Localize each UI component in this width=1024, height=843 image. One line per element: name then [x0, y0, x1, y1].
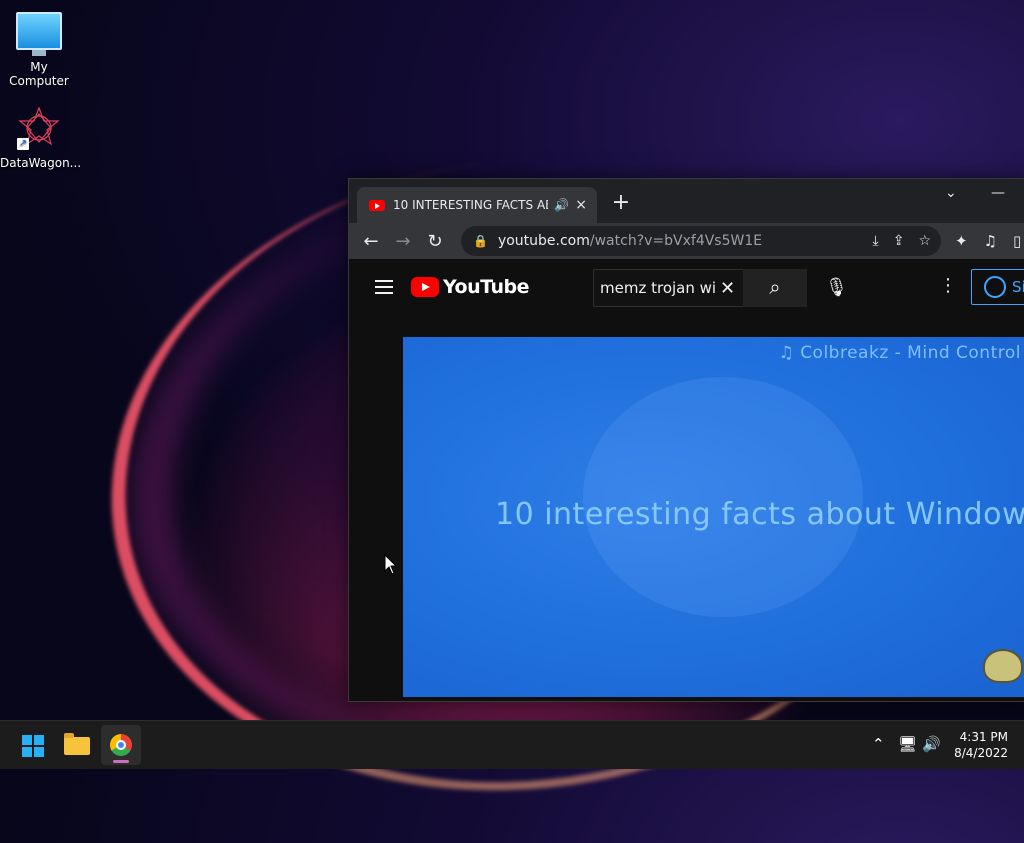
- video-player[interactable]: ♫ Colbreakz - Mind Control 10 interestin…: [403, 337, 1024, 697]
- shortcut-arrow-icon: ↗: [17, 138, 29, 150]
- youtube-header: YouTube memz trojan wir ✕ ⌕ 🎙 ⋮ Si: [349, 259, 1024, 315]
- video-music-credit: ♫ Colbreakz - Mind Control: [778, 343, 1021, 363]
- browser-window: 10 INTERESTING FACTS ABOUT 🔊 × + ⌄ — ← →…: [348, 178, 1024, 702]
- more-options-icon[interactable]: ⋮: [939, 275, 957, 296]
- share-icon[interactable]: ⇪: [893, 233, 905, 249]
- hamburger-menu-icon[interactable]: [375, 276, 393, 298]
- youtube-favicon-icon: [369, 199, 385, 211]
- clock-date: 8/4/2022: [954, 746, 1008, 760]
- video-caption: 10 interesting facts about Windows: [495, 497, 1024, 532]
- search-input[interactable]: memz trojan wir ✕: [593, 269, 745, 307]
- clear-search-icon[interactable]: ✕: [720, 278, 735, 299]
- search-value: memz trojan wir: [600, 279, 716, 297]
- new-tab-button[interactable]: +: [607, 189, 635, 217]
- system-clock[interactable]: 4:31 PM 8/4/2022: [954, 729, 1008, 761]
- clock-time: 4:31 PM: [959, 730, 1008, 744]
- side-panel-icon[interactable]: ▯: [1013, 232, 1021, 250]
- tab-strip: 10 INTERESTING FACTS ABOUT 🔊 × + ⌄ —: [349, 179, 1024, 223]
- speaker-icon[interactable]: 🔊: [554, 198, 569, 212]
- reload-icon[interactable]: ↻: [419, 231, 451, 252]
- tab-search-icon[interactable]: ⌄: [945, 185, 957, 201]
- chrome-icon: [110, 734, 132, 756]
- address-bar[interactable]: 🔒 youtube.com/watch?v=bVxf4Vs5W1E ⤓ ⇪ ☆: [461, 226, 941, 256]
- desktop-icon-my-computer[interactable]: My Computer: [0, 12, 78, 88]
- back-arrow-icon[interactable]: ←: [355, 231, 387, 252]
- volume-icon[interactable]: 🔊: [922, 735, 941, 753]
- running-indicator: [113, 760, 129, 763]
- youtube-play-icon: [411, 277, 439, 297]
- taskbar-chrome[interactable]: [101, 725, 141, 765]
- search-button[interactable]: ⌕: [743, 269, 807, 307]
- youtube-logo[interactable]: YouTube: [411, 276, 529, 298]
- extensions-puzzle-icon[interactable]: ✦: [955, 232, 968, 250]
- youtube-page: YouTube memz trojan wir ✕ ⌕ 🎙 ⋮ Si ♫ Col…: [349, 259, 1024, 701]
- mouse-cursor-icon: [384, 554, 398, 575]
- forward-arrow-icon[interactable]: →: [387, 231, 419, 252]
- tab-title: 10 INTERESTING FACTS ABOUT: [393, 198, 548, 212]
- windows-logo-icon: [22, 735, 44, 757]
- show-hidden-icons-chevron-icon[interactable]: ⌃: [872, 735, 885, 753]
- start-button[interactable]: [12, 725, 52, 765]
- taskbar-file-explorer[interactable]: [56, 725, 96, 765]
- datawagon-icon: ↗: [17, 106, 61, 150]
- desktop-icon-datawagon[interactable]: ↗ DataWagon...: [0, 106, 82, 170]
- url-host: youtube.com: [497, 233, 590, 249]
- desktop-icon-label: DataWagon...: [0, 156, 82, 170]
- taskbar: ⌃ 🖥 🔊 4:31 PM 8/4/2022: [0, 720, 1024, 769]
- microphone-icon[interactable]: 🎙: [825, 277, 848, 298]
- search-icon: ⌕: [769, 275, 781, 299]
- folder-icon: [64, 733, 90, 755]
- desktop-icon-label: My Computer: [9, 60, 69, 88]
- video-mascot: [983, 649, 1023, 683]
- install-app-icon[interactable]: ⤓: [873, 233, 879, 249]
- media-control-icon[interactable]: ♫: [984, 232, 997, 250]
- minimize-button[interactable]: —: [991, 185, 1005, 201]
- account-icon: [984, 276, 1006, 298]
- sign-in-button[interactable]: Si: [971, 269, 1024, 305]
- sign-in-label: Si: [1012, 278, 1024, 296]
- network-icon[interactable]: 🖥: [898, 735, 917, 753]
- computer-icon: [16, 12, 62, 56]
- url-path: /watch?v=bVxf4Vs5W1E: [589, 233, 763, 249]
- close-tab-icon[interactable]: ×: [575, 197, 587, 213]
- tab-youtube[interactable]: 10 INTERESTING FACTS ABOUT 🔊 ×: [357, 187, 597, 223]
- browser-toolbar: ← → ↻ 🔒 youtube.com/watch?v=bVxf4Vs5W1E …: [349, 223, 1024, 259]
- youtube-logo-text: YouTube: [443, 276, 529, 298]
- lock-icon: 🔒: [473, 234, 488, 248]
- bookmark-star-icon[interactable]: ☆: [918, 233, 931, 249]
